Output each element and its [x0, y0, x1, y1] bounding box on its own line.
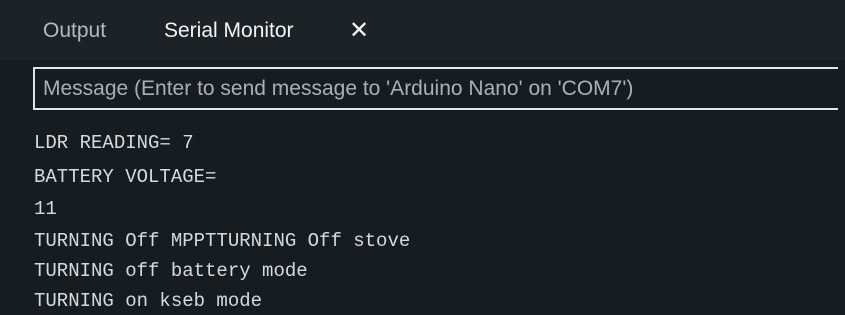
- active-tab-indicator: [164, 56, 372, 59]
- tab-serial-monitor[interactable]: Serial Monitor: [164, 16, 294, 46]
- serial-output-line: TURNING on kseb mode: [34, 290, 263, 312]
- serial-output: LDR READING= 7 BATTERY VOLTAGE= 11 TURNI…: [0, 126, 845, 315]
- serial-output-line: TURNING Off MPPTTURNING Off stove: [34, 230, 411, 252]
- serial-output-line: TURNING off battery mode: [34, 260, 308, 282]
- message-input[interactable]: [43, 69, 838, 108]
- message-input-container: [33, 67, 838, 110]
- serial-output-line: LDR READING= 7: [34, 132, 194, 154]
- tab-output[interactable]: Output: [43, 16, 106, 46]
- tab-bar: Output Serial Monitor ✕: [0, 0, 845, 60]
- close-icon[interactable]: ✕: [346, 16, 372, 46]
- serial-output-line: BATTERY VOLTAGE=: [34, 166, 217, 188]
- serial-output-line: 11: [34, 198, 57, 220]
